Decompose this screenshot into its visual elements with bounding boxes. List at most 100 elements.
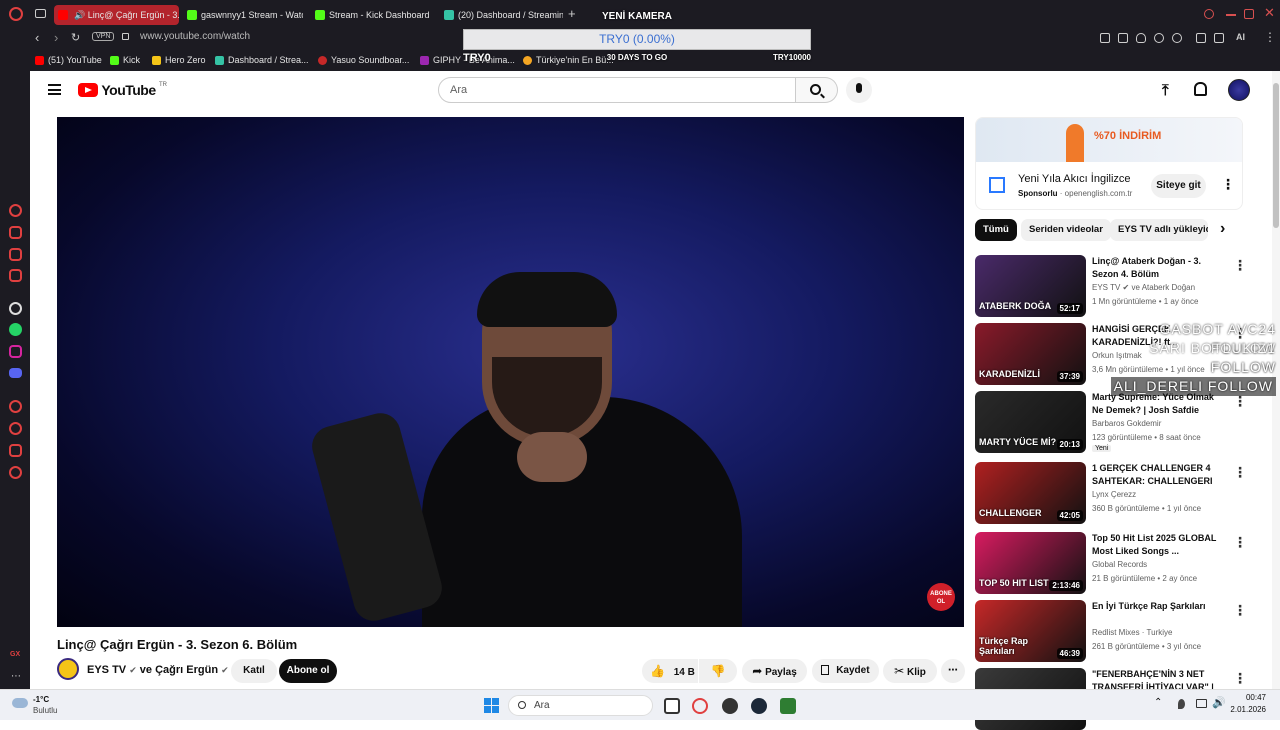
vpn-badge[interactable]: VPN xyxy=(92,32,115,41)
app-taskbar-icon[interactable] xyxy=(780,698,796,714)
url-field[interactable]: www.youtube.com/watch xyxy=(140,31,250,42)
steam-taskbar-icon[interactable] xyxy=(751,698,767,714)
chatgpt-icon[interactable] xyxy=(9,302,22,315)
volume-icon[interactable]: 🔊 xyxy=(1212,696,1226,709)
tray-overflow-icon[interactable]: ⌃ xyxy=(1154,697,1162,708)
twitch-icon[interactable] xyxy=(9,226,22,239)
player-icon[interactable] xyxy=(9,400,22,413)
video-thumbnail[interactable]: TOP 50 HIT LIST 2:13:46 xyxy=(975,532,1086,594)
ad-cta-button[interactable]: Siteye git xyxy=(1151,174,1206,198)
maximize-icon[interactable] xyxy=(1244,9,1254,19)
chip-series[interactable]: Seriden videolar xyxy=(1021,219,1111,241)
video-thumbnail[interactable]: Türkçe Rap Şarkıları 46:39 xyxy=(975,600,1086,662)
opera-gx-taskbar-icon[interactable] xyxy=(692,698,708,714)
search-input[interactable]: Ara xyxy=(438,77,796,103)
chip-all[interactable]: Tümü xyxy=(975,219,1017,241)
whatsapp-icon[interactable] xyxy=(9,323,22,336)
recommended-video[interactable]: ATABERK DOĞA 52:17 Linç@ Ataberk Doğan - 3… xyxy=(975,255,1250,317)
heart-icon[interactable] xyxy=(1172,33,1182,43)
video-channel[interactable]: Global Records xyxy=(1092,560,1147,569)
chip-uploader[interactable]: EYS TV adlı yükleyici xyxy=(1110,219,1208,241)
video-menu-icon[interactable]: ⋮ xyxy=(1233,534,1247,551)
discord-icon[interactable] xyxy=(9,368,22,378)
video-title[interactable]: Linç@ Ataberk Doğan - 3. Sezon 4. Bölüm xyxy=(1092,255,1217,281)
recommended-video[interactable]: TOP 50 HIT LIST 2:13:46 Top 50 Hit List 20… xyxy=(975,532,1250,594)
video-channel[interactable]: Lynx Çerezz xyxy=(1092,490,1136,499)
bookmark-hero-zero[interactable]: Hero Zero xyxy=(152,52,206,68)
menu-icon[interactable]: ⋮ xyxy=(1264,30,1276,44)
settings-icon[interactable] xyxy=(9,466,22,479)
join-button[interactable]: Katıl xyxy=(231,659,277,683)
video-thumbnail[interactable]: CHALLENGER 42:05 xyxy=(975,462,1086,524)
start-button[interactable] xyxy=(484,698,499,713)
video-menu-icon[interactable]: ⋮ xyxy=(1233,602,1247,619)
search-button[interactable] xyxy=(796,77,838,103)
recommended-video[interactable]: Türkçe Rap Şarkıları 46:39 En İyi Türkçe R… xyxy=(975,600,1250,662)
tab-kick-dashboard[interactable]: Stream - Kick Dashboard xyxy=(311,5,436,25)
opera-gx-logo-icon[interactable] xyxy=(9,7,23,21)
search-icon[interactable] xyxy=(1204,9,1214,19)
reload-icon[interactable]: ↻ xyxy=(71,31,80,44)
download-icon[interactable] xyxy=(1214,33,1224,43)
youtube-logo[interactable]: YouTube TR xyxy=(78,82,167,98)
tab-kick-watch[interactable]: gaswnnyy1 Stream - Watc xyxy=(183,5,303,25)
back-icon[interactable]: ‹ xyxy=(35,30,39,45)
extension-icon[interactable] xyxy=(1118,33,1128,43)
speed-dial-icon[interactable] xyxy=(9,204,22,217)
like-button[interactable]: 👍 14 B xyxy=(642,659,698,683)
obs-taskbar-icon[interactable] xyxy=(722,698,738,714)
video-thumbnail[interactable]: KARADENİZLİ 37:39 xyxy=(975,323,1086,385)
video-channel[interactable]: EYS TV ✔ ve Ataberk Doğan xyxy=(1092,283,1195,292)
ad-banner[interactable]: %70 İNDİRİM xyxy=(976,118,1242,162)
video-menu-icon[interactable]: ⋮ xyxy=(1233,464,1247,481)
avatar[interactable] xyxy=(1228,79,1250,101)
clip-button[interactable]: ✂ Klip xyxy=(883,659,937,683)
gx-corner-icon[interactable] xyxy=(9,248,22,261)
channel-avatar[interactable] xyxy=(57,658,79,680)
instagram-icon[interactable] xyxy=(9,345,22,358)
video-player[interactable]: ABONE OL xyxy=(57,117,964,627)
subscribe-button[interactable]: Abone ol xyxy=(279,659,337,683)
weather-cloud-icon[interactable] xyxy=(12,698,28,708)
ai-button[interactable]: AI xyxy=(1236,32,1245,42)
workspace-icon[interactable] xyxy=(35,9,46,18)
dislike-button[interactable]: 👎 xyxy=(699,659,737,683)
bookmark-kick[interactable]: Kick xyxy=(110,52,140,68)
close-icon[interactable]: ✕ xyxy=(1264,5,1275,21)
recommended-video[interactable]: CHALLENGER 42:05 1 GERÇEK CHALLENGER 4 SAH… xyxy=(975,462,1250,524)
notifications-bell-icon[interactable] xyxy=(1194,82,1207,96)
minimize-icon[interactable] xyxy=(1226,14,1236,16)
video-channel[interactable]: Barbaros Gokdemir xyxy=(1092,419,1161,428)
video-title[interactable]: En İyi Türkçe Rap Şarkıları xyxy=(1092,600,1217,613)
bookmark-youtube[interactable]: (51) YouTube xyxy=(35,52,102,68)
ad-card[interactable]: %70 İNDİRİM Yeni Yıla Akıcı İngilizce Sp… xyxy=(975,117,1243,210)
video-channel[interactable]: Redlist Mixes · Turkiye xyxy=(1092,628,1172,637)
upload-icon[interactable]: ⤒ xyxy=(1162,82,1169,99)
voice-search-button[interactable] xyxy=(846,77,872,103)
more-actions-button[interactable]: ⋯ xyxy=(941,659,965,683)
video-title[interactable]: Top 50 Hit List 2025 GLOBAL Most Liked S… xyxy=(1092,532,1217,558)
video-thumbnail[interactable]: ATABERK DOĞA 52:17 xyxy=(975,255,1086,317)
video-title[interactable]: 1 GERÇEK CHALLENGER 4 SAHTEKAR: CHALLENG… xyxy=(1092,462,1217,488)
bookmark-dashboard[interactable]: Dashboard / Strea... xyxy=(215,52,309,68)
scrollbar-thumb[interactable] xyxy=(1273,83,1279,228)
history-icon[interactable] xyxy=(9,422,22,435)
more-icon[interactable]: ⋯ xyxy=(11,671,21,682)
ad-menu-icon[interactable]: ⋮ xyxy=(1221,176,1235,193)
shield-icon[interactable] xyxy=(1136,33,1146,43)
bookmark-yasuo[interactable]: Yasuo Soundboar... xyxy=(318,52,409,68)
task-view-icon[interactable] xyxy=(664,698,680,714)
video-menu-icon[interactable]: ⋮ xyxy=(1233,670,1247,687)
snapshot-icon[interactable] xyxy=(1100,33,1110,43)
video-thumbnail[interactable]: MARTY YÜCE Mİ? 20:13 xyxy=(975,391,1086,453)
save-button[interactable]: Kaydet xyxy=(812,659,879,683)
player-icon[interactable] xyxy=(1154,33,1164,43)
share-button[interactable]: ➦ Paylaş xyxy=(742,659,807,683)
network-icon[interactable] xyxy=(1196,699,1207,708)
clock-date[interactable]: 2.01.2026 xyxy=(1230,705,1266,714)
video-menu-icon[interactable]: ⋮ xyxy=(1233,257,1247,274)
recommended-video[interactable]: MARTY YÜCE Mİ? 20:13 Marty Supreme: Yüce O… xyxy=(975,391,1250,453)
hamburger-menu-icon[interactable] xyxy=(48,84,61,95)
channel-name[interactable]: EYS TV ✔ ve Çağrı Ergün ✔ xyxy=(87,664,229,676)
forward-icon[interactable]: › xyxy=(54,30,58,45)
